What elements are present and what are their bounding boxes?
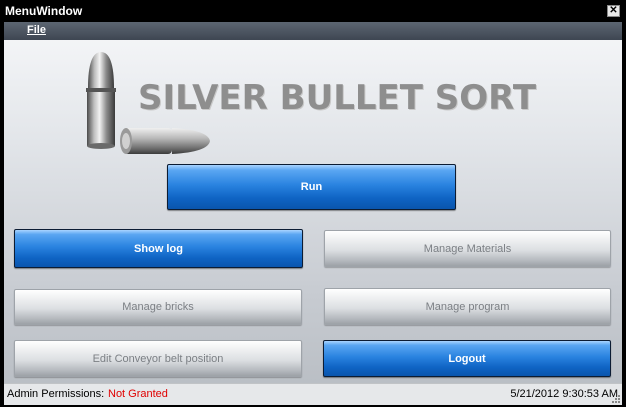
admin-permissions-label: Admin Permissions: [7,388,105,400]
manage-bricks-button[interactable]: Manage bricks [14,289,302,325]
manage-program-button[interactable]: Manage program [324,288,611,325]
manage-materials-button[interactable]: Manage Materials [324,230,611,267]
manage-bricks-button-label: Manage bricks [122,301,194,313]
title-bar[interactable]: MenuWindow ✕ [0,0,626,22]
client-area: File SILVER BULLET SORT Run Show log Man… [4,22,622,405]
manage-materials-button-label: Manage Materials [423,242,512,255]
status-timestamp: 5/21/2012 9:30:53 AM [510,388,618,400]
admin-permissions-value: Not Granted [108,388,168,400]
status-bar: Admin Permissions: Not Granted 5/21/2012… [4,383,622,405]
show-log-button[interactable]: Show log [14,229,303,268]
logo-title: SILVER BULLET SORT [138,78,537,118]
menu-bar: File [4,22,622,40]
logout-button-label: Logout [448,352,486,365]
manage-program-button-label: Manage program [425,300,510,313]
menu-file[interactable]: File [27,24,46,36]
logo: SILVER BULLET SORT [78,48,558,168]
menu-window: MenuWindow ✕ File SILVER BULLET SORT Run… [0,0,626,407]
logout-button[interactable]: Logout [323,340,611,377]
show-log-button-label: Show log [134,242,183,255]
resize-grip-icon[interactable] [611,394,621,404]
window-title: MenuWindow [5,4,83,18]
run-button-label: Run [300,181,323,193]
edit-conveyor-button-label: Edit Conveyor belt position [92,352,224,365]
run-button[interactable]: Run [167,164,456,210]
close-icon: ✕ [609,5,618,16]
edit-conveyor-button[interactable]: Edit Conveyor belt position [14,340,302,377]
close-button[interactable]: ✕ [607,5,620,17]
